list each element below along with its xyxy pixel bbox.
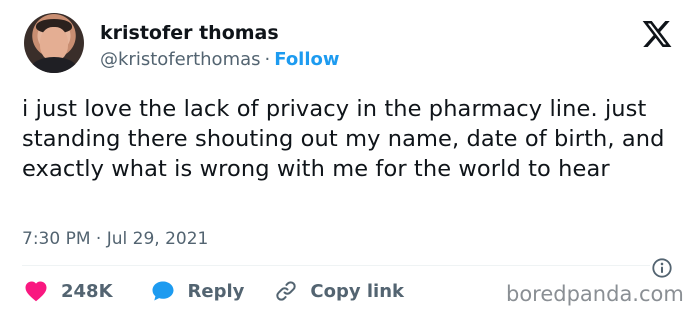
meta-separator: · — [95, 229, 102, 249]
tweet-time[interactable]: 7:30 PM — [22, 229, 91, 249]
reply-button[interactable]: Reply — [151, 280, 245, 302]
follow-button[interactable]: Follow — [274, 49, 339, 70]
avatar[interactable] — [24, 13, 84, 73]
author-handle-row: @kristoferthomas · Follow — [100, 49, 340, 70]
like-count: 248K — [61, 280, 113, 302]
tweet-date[interactable]: Jul 29, 2021 — [107, 229, 209, 249]
reply-label: Reply — [187, 280, 245, 302]
author-name[interactable]: kristofer thomas — [100, 22, 279, 44]
action-bar: 248K Reply Copy link — [24, 278, 404, 304]
link-icon — [276, 281, 297, 301]
handle-separator: · — [264, 49, 271, 70]
author-handle[interactable]: @kristoferthomas — [100, 49, 261, 70]
x-logo-icon[interactable] — [641, 18, 673, 50]
tweet-card: kristofer thomas @kristoferthomas · Follow… — [0, 0, 700, 318]
watermark: boredpanda.com — [506, 282, 684, 306]
tweet-text: i just love the lack of privacy in the p… — [22, 96, 665, 182]
like-button[interactable]: 248K — [24, 280, 113, 302]
divider — [22, 265, 650, 266]
info-icon[interactable] — [651, 257, 673, 279]
tweet-meta: 7:30 PM · Jul 29, 2021 — [22, 229, 208, 249]
copy-link-button[interactable]: Copy link — [274, 279, 404, 303]
heart-icon — [25, 281, 47, 302]
speech-bubble-icon — [152, 281, 174, 301]
copy-link-label: Copy link — [310, 280, 404, 302]
